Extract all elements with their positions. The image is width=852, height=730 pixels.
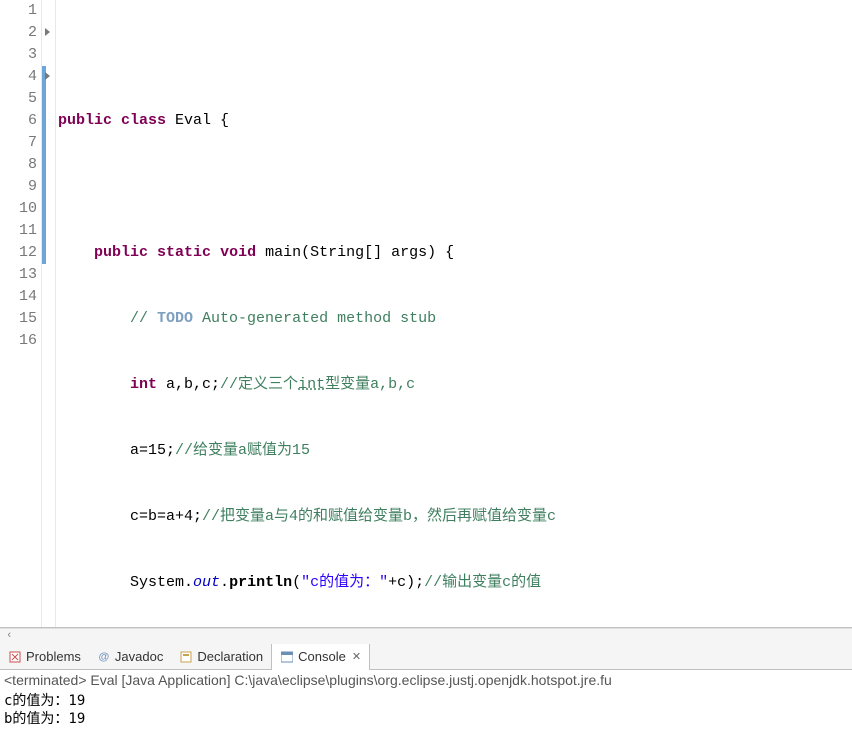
marker-strip	[42, 0, 56, 627]
tab-console[interactable]: Console ✕	[271, 644, 370, 670]
horizontal-scrollbar[interactable]	[0, 628, 852, 644]
fold-icon[interactable]	[45, 72, 50, 80]
string-literal: "c的值为："	[301, 574, 388, 591]
keyword: public	[94, 244, 148, 261]
editor-panel: 1 2 3 4 5 6 7 8 9 10 11 12 13 14 15 16	[0, 0, 852, 644]
code-editor[interactable]: 1 2 3 4 5 6 7 8 9 10 11 12 13 14 15 16	[0, 0, 852, 628]
comment: //把变量a与4的和赋值给变量b，然后再赋值给变量c	[202, 508, 556, 525]
change-marker	[42, 220, 46, 242]
keyword: class	[121, 112, 166, 129]
code-text: a,b,c;	[157, 376, 220, 393]
change-marker	[42, 176, 46, 198]
keyword: int	[130, 376, 157, 393]
tab-label: Console	[298, 649, 346, 664]
console-status: <terminated> Eval [Java Application] C:\…	[0, 670, 852, 690]
todo-tag: TODO	[157, 310, 193, 327]
comment: //	[130, 310, 157, 327]
keyword: void	[220, 244, 256, 261]
line-number: 3	[0, 44, 37, 66]
comment: //定义三个	[220, 376, 298, 393]
line-number: 13	[0, 264, 37, 286]
declaration-icon	[179, 650, 193, 664]
console-line: c的值为：19	[4, 692, 848, 710]
line-number: 14	[0, 286, 37, 308]
comment: int	[298, 376, 325, 393]
tab-declaration[interactable]: Declaration	[171, 644, 271, 670]
change-marker	[42, 88, 46, 110]
change-marker	[42, 132, 46, 154]
tab-label: Declaration	[197, 649, 263, 664]
code-text: .	[220, 574, 229, 591]
line-number: 7	[0, 132, 37, 154]
bottom-panel: Problems @ Javadoc Declaration Console ✕…	[0, 644, 852, 730]
field-ref: out	[193, 574, 220, 591]
comment: Auto-generated method stub	[193, 310, 436, 327]
change-marker	[42, 110, 46, 132]
line-number: 5	[0, 88, 37, 110]
fold-icon[interactable]	[45, 28, 50, 36]
line-number: 16	[0, 330, 37, 352]
code-text: a=15;	[130, 442, 175, 459]
close-icon[interactable]: ✕	[350, 650, 361, 663]
keyword: static	[157, 244, 211, 261]
line-number: 6	[0, 110, 37, 132]
line-number: 15	[0, 308, 37, 330]
code-area[interactable]: public class Eval { public static void m…	[56, 0, 852, 627]
tab-label: Problems	[26, 649, 81, 664]
tab-javadoc[interactable]: @ Javadoc	[89, 644, 171, 670]
change-marker	[42, 154, 46, 176]
keyword: public	[58, 112, 112, 129]
method-call: println	[229, 574, 292, 591]
code-text: c=b=a+4;	[130, 508, 202, 525]
line-number: 11	[0, 220, 37, 242]
line-number: 12	[0, 242, 37, 264]
code-text: +c);	[388, 574, 424, 591]
tab-problems[interactable]: Problems	[0, 644, 89, 670]
line-number: 2	[0, 22, 37, 44]
line-number-gutter: 1 2 3 4 5 6 7 8 9 10 11 12 13 14 15 16	[0, 0, 42, 627]
code-text: main(String[] args) {	[256, 244, 454, 261]
line-number: 8	[0, 154, 37, 176]
tab-label: Javadoc	[115, 649, 163, 664]
problems-icon	[8, 650, 22, 664]
line-number: 1	[0, 0, 37, 22]
comment: //给变量a赋值为15	[175, 442, 310, 459]
view-tabs: Problems @ Javadoc Declaration Console ✕	[0, 644, 852, 670]
javadoc-icon: @	[97, 650, 111, 664]
comment: 型变量a,b,c	[325, 376, 415, 393]
console-line: b的值为：19	[4, 710, 848, 728]
line-number: 10	[0, 198, 37, 220]
change-marker	[42, 242, 46, 264]
change-marker	[42, 198, 46, 220]
line-number: 9	[0, 176, 37, 198]
code-text: (	[292, 574, 301, 591]
console-icon	[280, 650, 294, 664]
code-text: System.	[130, 574, 193, 591]
code-text: Eval {	[166, 112, 229, 129]
console-output[interactable]: c的值为：19 b的值为：19	[0, 690, 852, 730]
comment: //输出变量c的值	[424, 574, 541, 591]
line-number: 4	[0, 66, 37, 88]
